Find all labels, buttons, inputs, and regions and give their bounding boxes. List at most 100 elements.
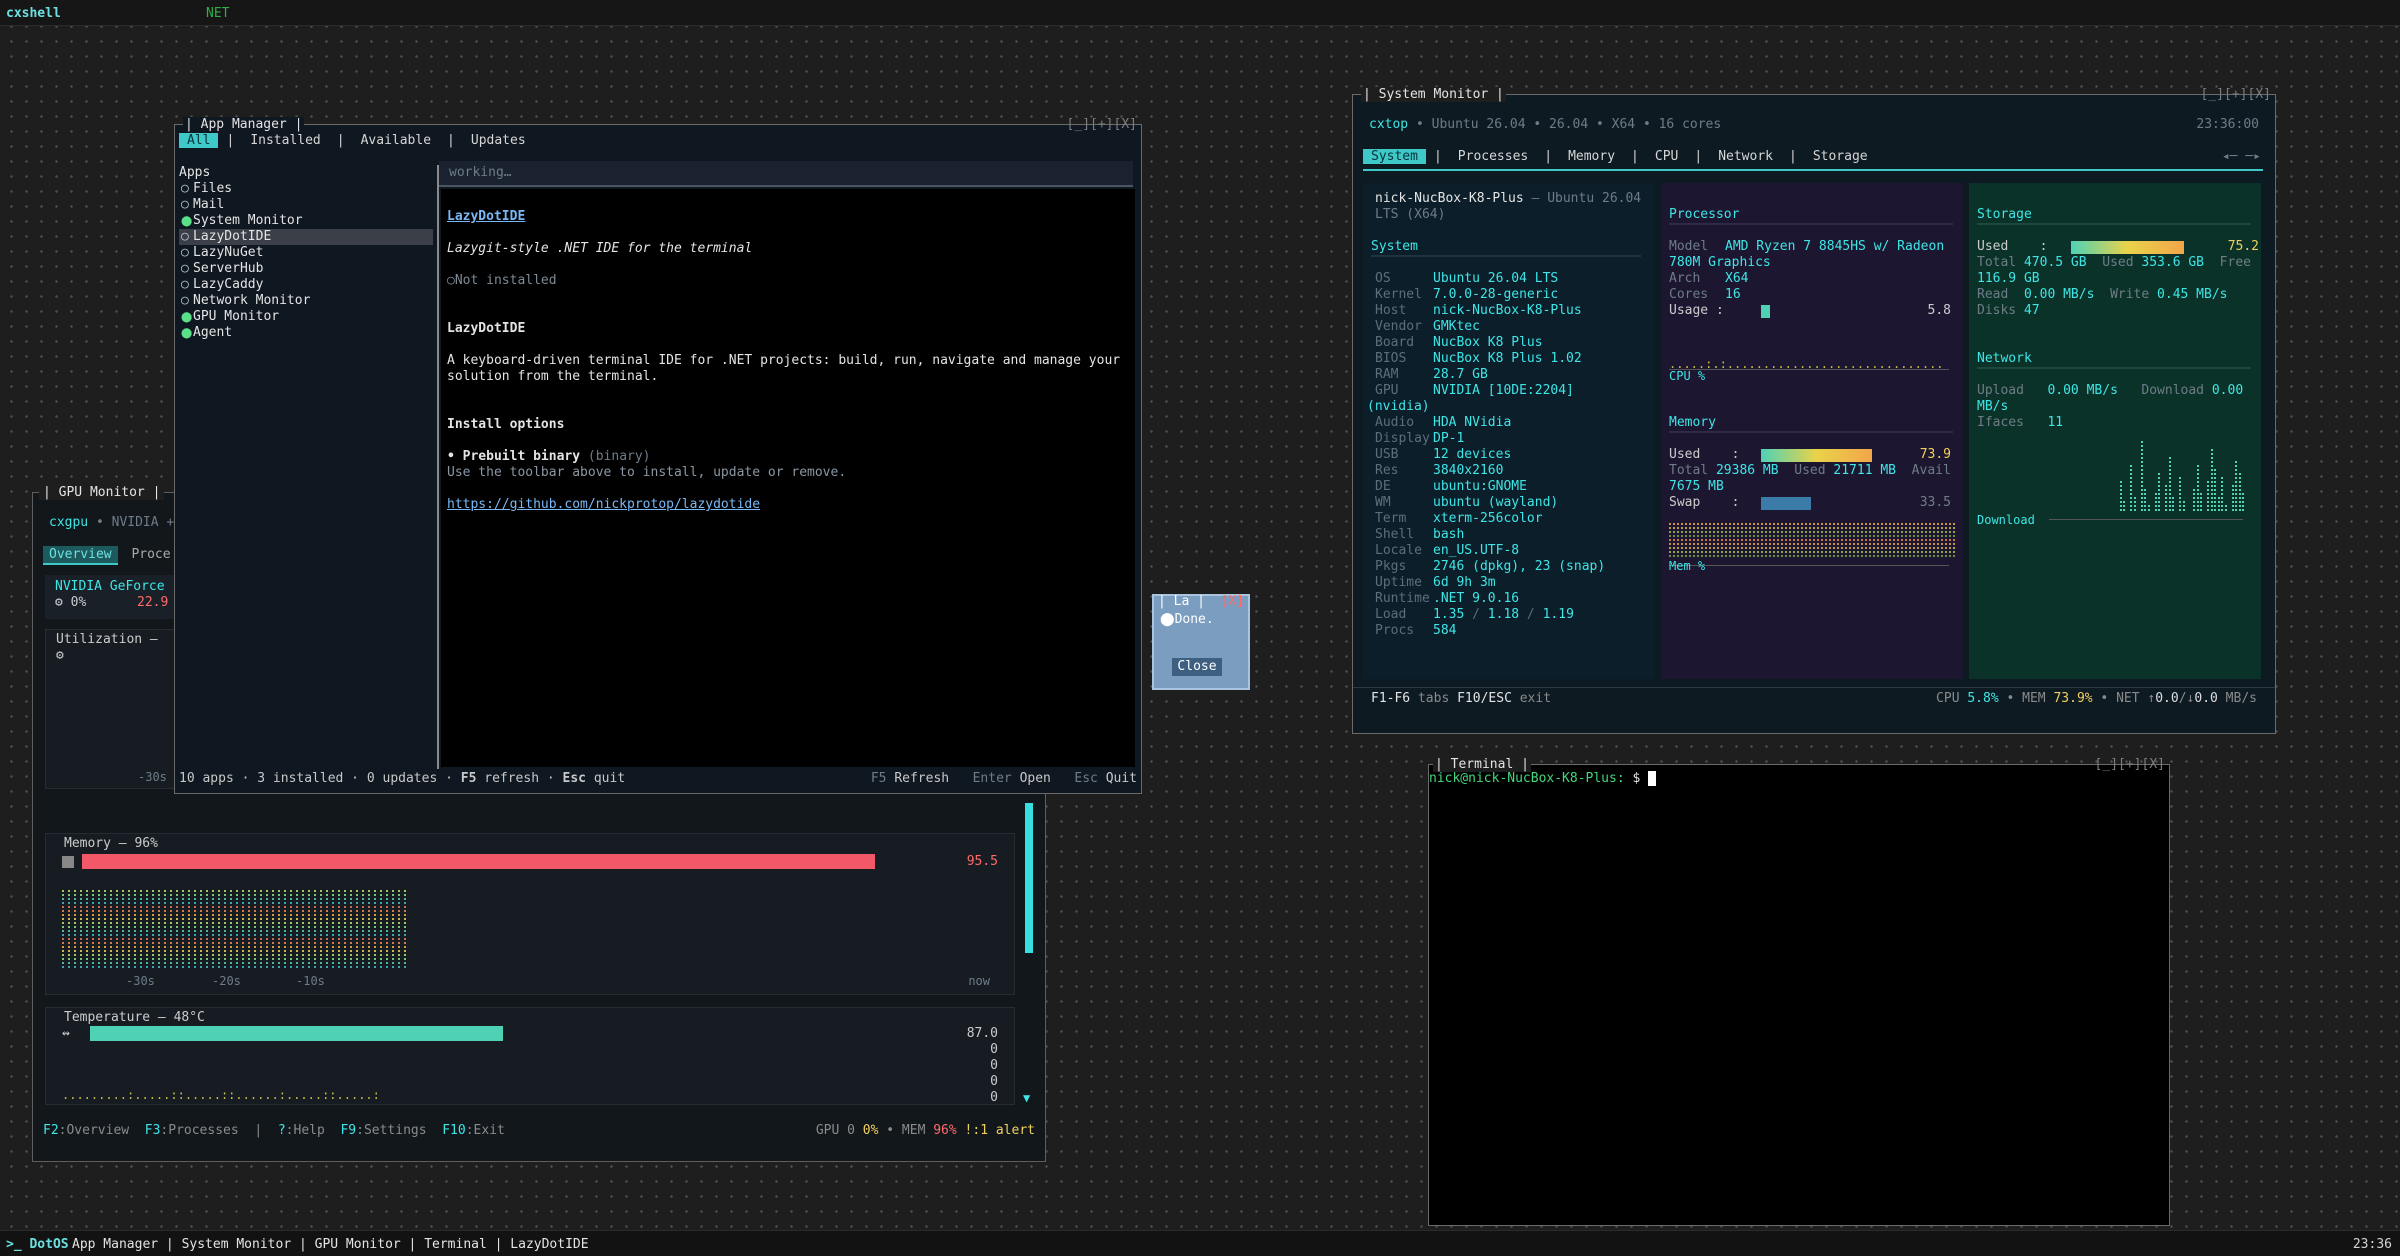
app-detail-link-title[interactable]: LazyDotIDE xyxy=(447,209,525,224)
history-dot xyxy=(308,898,310,900)
history-dot xyxy=(146,930,148,932)
sysmon-tab-processes[interactable]: Processes xyxy=(1450,149,1536,164)
sysmon-tab-arrows[interactable]: ◂─ ─▸ xyxy=(2222,149,2261,164)
app-tab-available[interactable]: Available xyxy=(353,133,439,148)
gpu-util-axis: -30s xyxy=(138,770,167,784)
app-key-esc[interactable]: Esc xyxy=(1074,771,1097,786)
app-splitter[interactable] xyxy=(437,165,439,769)
history-dot xyxy=(386,890,388,892)
history-dot xyxy=(1677,531,1679,533)
sysmon-footer-keys[interactable]: F1-F6 xyxy=(1371,691,1410,706)
gpu-footer-help[interactable]: ? xyxy=(278,1123,286,1138)
app-list-item[interactable]: ○ LazyCaddy xyxy=(179,277,433,293)
status-cpu: 5.8% xyxy=(1967,691,1999,706)
history-dot xyxy=(296,890,298,892)
app-list-item[interactable]: ⬤GPU Monitor xyxy=(179,309,433,325)
history-dot xyxy=(116,966,118,968)
history-dot xyxy=(1705,543,1707,545)
history-dot xyxy=(1929,555,1931,557)
history-dot xyxy=(224,966,226,968)
app-footer-f5[interactable]: F5 xyxy=(461,771,477,786)
done-dialog[interactable]: | La | [X] ⬤Done. Close xyxy=(1152,594,1250,690)
terminal-prompt-line[interactable]: nick@nick-NucBox-K8-Plus: $ xyxy=(1429,771,1657,786)
app-tab-installed[interactable]: Installed xyxy=(242,133,328,148)
app-list-item[interactable]: ○ Files xyxy=(179,181,433,197)
dotos-start-button[interactable]: >_ DotOS xyxy=(6,1237,69,1252)
history-dot xyxy=(140,918,142,920)
app-list-item[interactable]: ⬤Agent xyxy=(179,325,433,341)
history-dot xyxy=(290,910,292,912)
history-dot xyxy=(104,894,106,896)
history-dot xyxy=(1925,551,1927,553)
app-list-item[interactable]: ○ LazyDotIDE xyxy=(179,229,433,245)
terminal-window[interactable]: | Terminal | [_][+][X] nick@nick-NucBox-… xyxy=(1428,757,2170,1226)
net-indicator[interactable]: NET xyxy=(206,6,229,21)
history-dot xyxy=(260,902,262,904)
terminal-controls[interactable]: [_][+][X] xyxy=(2095,757,2165,772)
history-dot xyxy=(1893,539,1895,541)
gpu-util-label: Utilization – xyxy=(56,632,158,647)
history-dot xyxy=(110,922,112,924)
history-dot xyxy=(314,926,316,928)
app-list-item[interactable]: ○ ServerHub xyxy=(179,261,433,277)
history-dot xyxy=(326,906,328,908)
app-manager-controls[interactable]: [_][+][X] xyxy=(1067,117,1137,132)
gpu-footer-f2[interactable]: F2 xyxy=(43,1123,59,1138)
system-monitor-window[interactable]: | System Monitor | [_][+][X] cxtop • Ubu… xyxy=(1352,87,2276,734)
history-dot xyxy=(1673,555,1675,557)
app-list-item[interactable]: ⬤System Monitor xyxy=(179,213,433,229)
gpu-status-alert[interactable]: !:1 alert xyxy=(965,1123,1035,1138)
sysmon-tab-cpu[interactable]: CPU xyxy=(1647,149,1686,164)
sysmon-tab-memory[interactable]: Memory xyxy=(1560,149,1623,164)
sysmon-tab-network[interactable]: Network xyxy=(1710,149,1781,164)
history-dot xyxy=(134,950,136,952)
gpu-scroll-down-icon[interactable]: ▼ xyxy=(1023,1091,1030,1105)
gpu-footer-f9[interactable]: F9 xyxy=(340,1123,356,1138)
sysmon-tab-system[interactable]: System xyxy=(1363,149,1426,164)
history-dot xyxy=(2172,501,2174,503)
history-dot xyxy=(2231,509,2234,511)
app-detail-option[interactable]: • Prebuilt binary (binary) xyxy=(447,449,651,464)
gpu-status-mem-label: • MEM xyxy=(878,1123,934,1138)
history-dot xyxy=(80,966,82,968)
gpu-tab-overview[interactable]: Overview xyxy=(43,546,118,565)
gpu-tab-processes[interactable]: Proce xyxy=(125,546,176,563)
gpu-temp-bar xyxy=(90,1026,503,1041)
history-dot xyxy=(1857,531,1859,533)
sysmon-controls[interactable]: [_][+][X] xyxy=(2201,87,2271,102)
history-dot xyxy=(104,890,106,892)
history-dot xyxy=(260,958,262,960)
history-dot xyxy=(194,890,196,892)
app-list-item[interactable]: ○ Network Monitor xyxy=(179,293,433,309)
sysmon-tab-storage[interactable]: Storage xyxy=(1805,149,1876,164)
sysmon-footer-exit-key[interactable]: F10/ESC xyxy=(1457,691,1512,706)
app-tab-updates[interactable]: Updates xyxy=(463,133,534,148)
history-dot xyxy=(284,902,286,904)
sysmon-hostname: nick-NucBox-K8-Plus xyxy=(1375,191,1524,206)
history-dot xyxy=(1953,551,1955,553)
history-dot xyxy=(1753,555,1755,557)
app-list-item[interactable]: ○ LazyNuGet xyxy=(179,245,433,261)
app-list-item[interactable]: ○ Mail xyxy=(179,197,433,213)
history-dot xyxy=(1825,543,1827,545)
history-dot xyxy=(134,902,136,904)
app-key-enter[interactable]: Enter xyxy=(973,771,1012,786)
gpu-card[interactable]: NVIDIA GeForce ⚙ 0% 22.9 xyxy=(45,575,185,619)
history-dot xyxy=(1893,543,1895,545)
app-key-f5[interactable]: F5 xyxy=(871,771,887,786)
gpu-footer-f10[interactable]: F10 xyxy=(442,1123,465,1138)
dialog-close-action[interactable]: Close xyxy=(1172,658,1222,676)
history-dot xyxy=(350,950,352,952)
disk-used2: 353.6 GB xyxy=(2141,255,2205,270)
app-tab-all[interactable]: All xyxy=(179,133,219,148)
taskbar-items[interactable]: App Manager | System Monitor | GPU Monit… xyxy=(72,1237,589,1252)
history-dot xyxy=(2214,469,2216,471)
dialog-close-button[interactable]: [X] xyxy=(1221,594,1244,609)
app-footer-esc[interactable]: Esc xyxy=(563,771,586,786)
app-detail-url[interactable]: https://github.com/nickprotop/lazydotide xyxy=(447,497,760,512)
app-manager-window[interactable]: | App Manager | [_][+][X] All | Installed |… xyxy=(174,117,1142,794)
gpu-footer-f3[interactable]: F3 xyxy=(145,1123,161,1138)
history-dot xyxy=(128,962,130,964)
gpu-scrollbar[interactable] xyxy=(1025,803,1033,953)
history-dot xyxy=(254,930,256,932)
